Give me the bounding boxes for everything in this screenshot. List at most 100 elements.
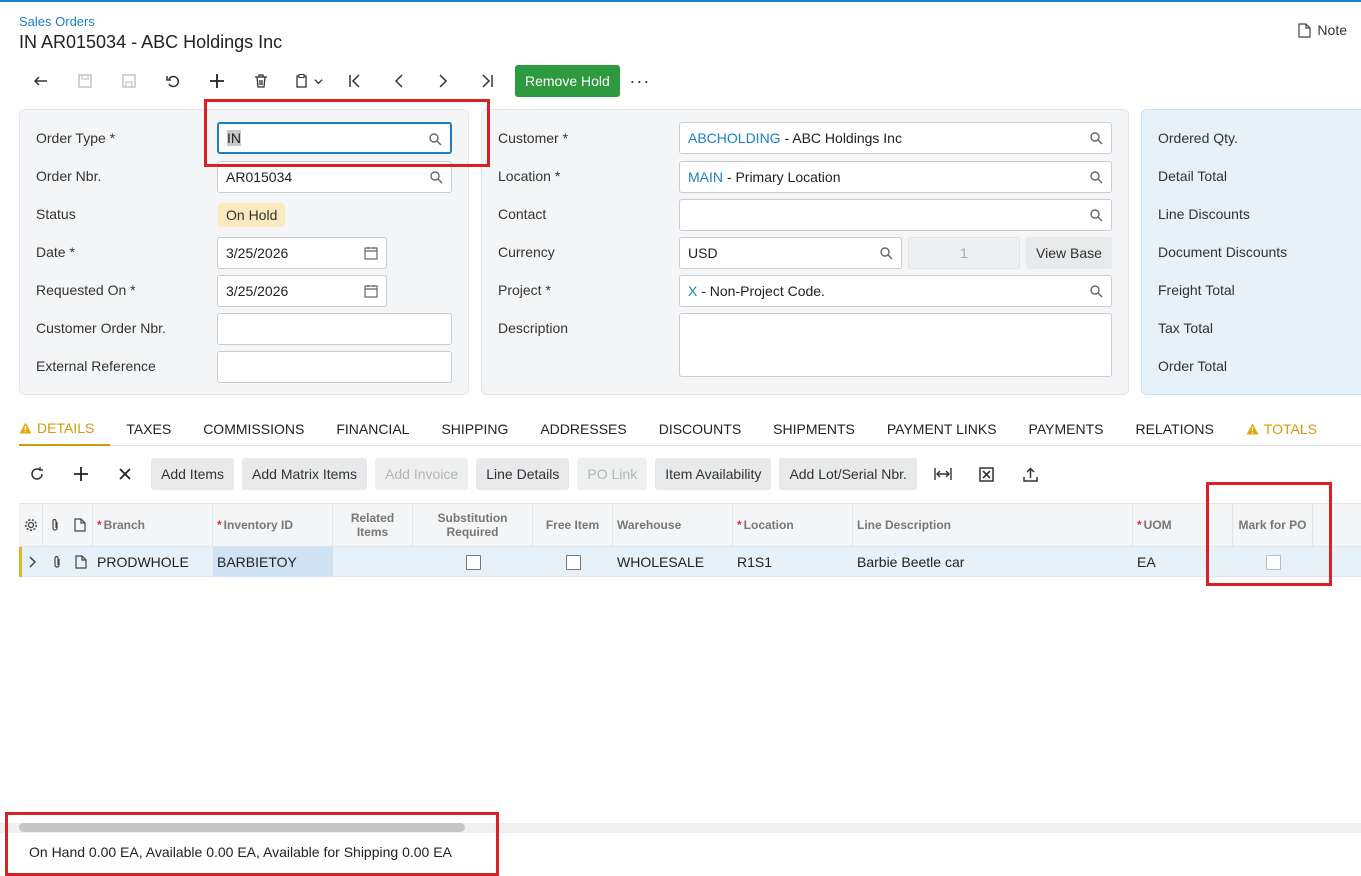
save-close-button[interactable]	[63, 64, 107, 98]
free-item-cell[interactable]	[533, 547, 613, 577]
po-link-button[interactable]: PO Link	[577, 458, 648, 490]
line-details-button[interactable]: Line Details	[476, 458, 570, 490]
substitution-required-cell[interactable]	[413, 547, 533, 577]
location-id-link[interactable]: MAIN	[688, 169, 723, 185]
freight-total-label: Freight Total	[1158, 282, 1235, 298]
search-icon[interactable]	[1089, 284, 1103, 298]
location-cell[interactable]: R1S1	[733, 547, 853, 577]
expand-row-button[interactable]	[23, 547, 43, 577]
tab-shipments[interactable]: SHIPMENTS	[757, 412, 871, 446]
location-column-header[interactable]: * Location	[733, 504, 853, 546]
add-row-button[interactable]	[63, 458, 99, 490]
inventory-id-cell[interactable]: BARBIETOY	[213, 547, 333, 577]
upload-button[interactable]	[1013, 458, 1049, 490]
tab-details[interactable]: DETAILS	[19, 412, 111, 446]
delete-button[interactable]	[239, 64, 283, 98]
top-accent-line	[0, 0, 1361, 2]
search-icon[interactable]	[1089, 131, 1103, 145]
calendar-icon[interactable]	[364, 246, 378, 260]
free-item-checkbox[interactable]	[565, 554, 581, 570]
project-id-link[interactable]: X	[688, 283, 697, 299]
tab-totals[interactable]: TOTALS	[1230, 412, 1333, 446]
add-new-button[interactable]	[195, 64, 239, 98]
plus-icon	[210, 74, 224, 88]
customer-order-nbr-field[interactable]	[217, 313, 452, 345]
view-base-button[interactable]: View Base	[1026, 237, 1112, 269]
add-lot-serial-button[interactable]: Add Lot/Serial Nbr.	[779, 458, 917, 490]
search-icon[interactable]	[1089, 170, 1103, 184]
tab-financial[interactable]: FINANCIAL	[320, 412, 425, 446]
location-header-label: Location	[743, 518, 794, 532]
project-field[interactable]: X - Non-Project Code.	[679, 275, 1112, 307]
contact-field[interactable]	[679, 199, 1112, 231]
trash-icon	[255, 74, 267, 88]
requested-on-field[interactable]: 3/25/2026	[217, 275, 387, 307]
inventory-id-column-header[interactable]: * Inventory ID	[213, 504, 333, 546]
location-name: - Primary Location	[723, 169, 841, 185]
document-icon	[75, 555, 87, 569]
line-description-column-header[interactable]: Line Description	[853, 504, 1133, 546]
export-excel-button[interactable]	[969, 458, 1005, 490]
fit-columns-button[interactable]	[925, 458, 961, 490]
tab-payments[interactable]: PAYMENTS	[1013, 412, 1120, 446]
substitution-required-checkbox[interactable]	[465, 554, 481, 570]
branch-column-header[interactable]: * Branch	[93, 504, 213, 546]
clipboard-icon	[295, 74, 307, 88]
external-reference-field[interactable]	[217, 351, 452, 383]
add-matrix-items-button[interactable]: Add Matrix Items	[242, 458, 368, 490]
row-attachment-button[interactable]	[47, 547, 67, 577]
item-availability-button[interactable]: Item Availability	[655, 458, 772, 490]
back-button[interactable]	[19, 64, 63, 98]
detail-total-label: Detail Total	[1158, 168, 1228, 184]
search-icon[interactable]	[1089, 208, 1103, 222]
table-row[interactable]: PRODWHOLE BARBIETOY WHOLESALE R1S1 Barbi…	[19, 547, 1361, 577]
related-items-cell[interactable]	[333, 547, 413, 577]
row-note-button[interactable]	[71, 547, 91, 577]
line-description-cell[interactable]: Barbie Beetle car	[853, 547, 1133, 577]
first-record-button[interactable]	[333, 64, 377, 98]
search-icon[interactable]	[429, 170, 443, 184]
delete-row-button[interactable]	[107, 458, 143, 490]
copy-paste-button[interactable]	[283, 64, 333, 98]
tab-payment-links[interactable]: PAYMENT LINKS	[871, 412, 1013, 446]
more-actions-button[interactable]: ···	[620, 71, 660, 92]
note-button[interactable]: Note	[1298, 22, 1347, 38]
tab-addresses[interactable]: ADDRESSES	[524, 412, 642, 446]
tab-discounts[interactable]: DISCOUNTS	[643, 412, 757, 446]
currency-field[interactable]: USD	[679, 237, 902, 269]
requested-on-value: 3/25/2026	[226, 283, 289, 299]
customer-id-link[interactable]: ABCHOLDING	[688, 130, 781, 146]
free-item-column-header[interactable]: Free Item	[533, 504, 613, 546]
tab-shipping[interactable]: SHIPPING	[425, 412, 524, 446]
add-invoice-button[interactable]: Add Invoice	[375, 458, 469, 490]
contact-label: Contact	[498, 206, 547, 222]
calendar-icon[interactable]	[364, 284, 378, 298]
notes-column-header	[67, 504, 93, 546]
description-label: Description	[498, 320, 569, 336]
warehouse-column-header[interactable]: Warehouse	[613, 504, 733, 546]
refresh-button[interactable]	[19, 458, 55, 490]
tab-taxes[interactable]: TAXES	[110, 412, 187, 446]
save-button[interactable]	[107, 64, 151, 98]
description-textarea[interactable]	[679, 313, 1112, 377]
breadcrumb[interactable]: Sales Orders	[19, 14, 95, 29]
tab-relations[interactable]: RELATIONS	[1119, 412, 1229, 446]
branch-cell[interactable]: PRODWHOLE	[93, 547, 213, 577]
customer-info-panel: Customer * ABCHOLDING - ABC Holdings Inc…	[481, 109, 1129, 395]
previous-record-button[interactable]	[377, 64, 421, 98]
related-items-column-header[interactable]: Related Items	[333, 504, 413, 546]
warehouse-cell[interactable]: WHOLESALE	[613, 547, 733, 577]
substitution-required-column-header[interactable]: Substitution Required	[413, 504, 533, 546]
next-record-button[interactable]	[421, 64, 465, 98]
chevron-down-icon	[313, 78, 323, 84]
customer-field[interactable]: ABCHOLDING - ABC Holdings Inc	[679, 122, 1112, 154]
location-field[interactable]: MAIN - Primary Location	[679, 161, 1112, 193]
search-icon[interactable]	[879, 246, 893, 260]
date-field[interactable]: 3/25/2026	[217, 237, 387, 269]
cancel-button[interactable]	[151, 64, 195, 98]
remove-hold-button[interactable]: Remove Hold	[515, 65, 620, 97]
grid-settings-button[interactable]	[19, 504, 43, 546]
tab-commissions[interactable]: COMMISSIONS	[187, 412, 320, 446]
add-items-button[interactable]: Add Items	[151, 458, 235, 490]
last-record-button[interactable]	[465, 64, 509, 98]
